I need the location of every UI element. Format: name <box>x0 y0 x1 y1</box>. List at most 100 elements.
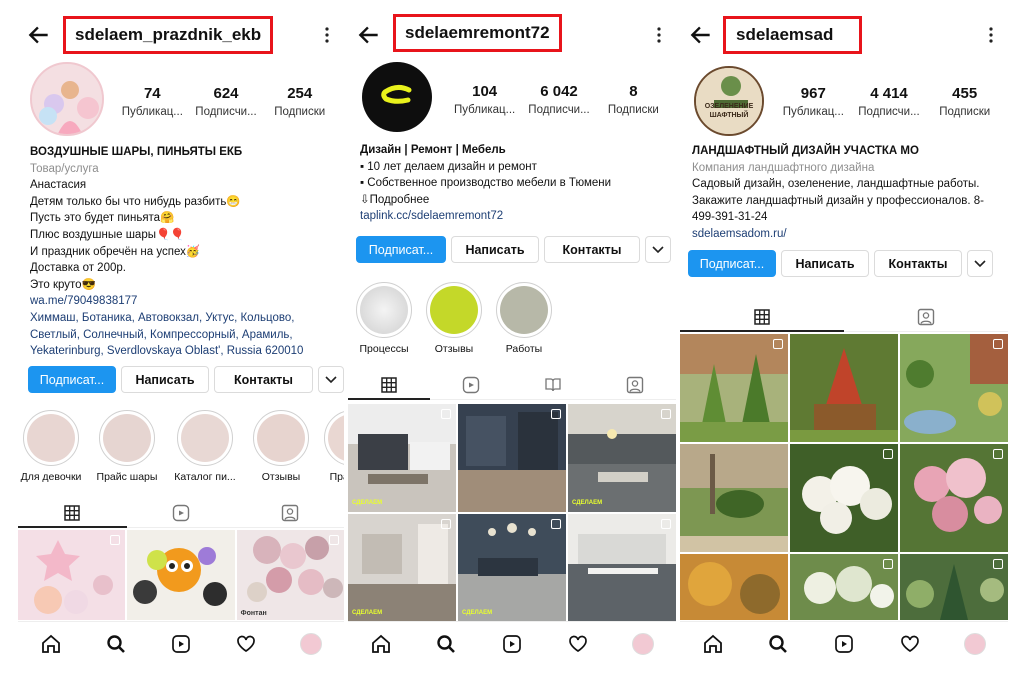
post-image <box>790 444 898 552</box>
followers-count: 6 042 <box>540 83 578 100</box>
post-thumbnail[interactable] <box>900 554 1008 620</box>
post-thumbnail[interactable] <box>900 334 1008 442</box>
highlight-item[interactable]: Отзывы <box>252 410 310 483</box>
back-arrow-icon[interactable] <box>356 22 382 48</box>
tab-guides[interactable] <box>512 370 594 399</box>
following-stat[interactable]: 254 Подписки <box>263 84 336 120</box>
contacts-button[interactable]: Контакты <box>544 236 640 263</box>
suggested-chevron-button[interactable] <box>318 366 344 393</box>
profile-avatar-icon <box>300 632 323 655</box>
back-arrow-icon[interactable] <box>688 22 714 48</box>
post-thumbnail[interactable]: СДЕЛАЕМ <box>348 404 456 512</box>
suggested-chevron-button[interactable] <box>645 236 671 263</box>
more-options-icon[interactable] <box>324 26 330 44</box>
post-thumbnail[interactable] <box>18 530 126 620</box>
post-thumbnail[interactable]: Фонтан <box>236 530 344 620</box>
message-button[interactable]: Написать <box>451 236 539 263</box>
post-thumbnail[interactable] <box>900 444 1008 552</box>
reels-icon <box>503 634 521 653</box>
highlight-item[interactable]: Процессы <box>354 282 414 355</box>
back-arrow-icon[interactable] <box>26 22 52 48</box>
followers-stat[interactable]: 624 Подписчи... <box>190 84 263 120</box>
profile-nav[interactable] <box>963 632 987 656</box>
tab-posts-grid[interactable] <box>680 302 844 332</box>
more-options-icon[interactable] <box>656 26 662 44</box>
post-thumbnail[interactable] <box>680 444 788 552</box>
highlight-item[interactable]: Отзывы <box>424 282 484 355</box>
reels-nav[interactable] <box>832 632 856 656</box>
post-thumbnail[interactable] <box>790 334 898 442</box>
post-thumbnail[interactable] <box>127 530 235 620</box>
follow-button[interactable]: Подписат... <box>28 366 116 393</box>
avatar[interactable]: ОЗЕЛЕНЕНИЕ ШАФТНЫЙ <box>694 66 764 136</box>
post-image <box>790 334 898 442</box>
followers-stat[interactable]: 4 414 Подписчи... <box>852 84 927 120</box>
bio-link[interactable]: wa.me/79049838177 <box>30 293 334 310</box>
post-thumbnail[interactable]: СДЕЛАЕМ <box>458 514 566 622</box>
avatar[interactable] <box>30 62 104 136</box>
bio-link[interactable]: sdelaemsadom.ru/ <box>692 226 998 243</box>
tab-posts-grid[interactable] <box>348 370 430 400</box>
post-thumbnail[interactable] <box>680 554 788 620</box>
tab-tagged[interactable] <box>235 498 344 527</box>
post-thumbnail[interactable] <box>790 554 898 620</box>
highlight-item[interactable]: Каталог пи... <box>172 410 238 483</box>
post-thumbnail[interactable] <box>458 404 566 512</box>
home-nav[interactable] <box>701 632 725 656</box>
followers-stat[interactable]: 6 042 Подписчи... <box>522 82 595 118</box>
profile-tabs <box>680 302 1008 332</box>
bottom-navigation <box>348 621 676 665</box>
home-nav[interactable] <box>369 632 393 656</box>
highlight-item[interactable]: Прайс пи <box>324 410 344 483</box>
posts-label: Публикац... <box>454 104 516 116</box>
bio-more[interactable]: ⇩Подробнее <box>360 192 666 209</box>
post-thumbnail[interactable]: СДЕЛАЕМ <box>568 404 676 512</box>
posts-stat[interactable]: 104 Публикац... <box>448 82 521 118</box>
search-nav[interactable] <box>766 632 790 656</box>
contacts-button[interactable]: Контакты <box>214 366 313 393</box>
posts-grid: Фонтан <box>18 530 344 620</box>
search-nav[interactable] <box>104 632 128 656</box>
highlight-item[interactable]: Для девочки <box>20 410 82 483</box>
follow-button[interactable]: Подписат... <box>356 236 446 263</box>
highlight-item[interactable]: Прайс шары <box>96 410 158 483</box>
following-stat[interactable]: 455 Подписки <box>927 84 1002 120</box>
suggested-chevron-button[interactable] <box>967 250 993 277</box>
activity-nav[interactable] <box>234 632 258 656</box>
reels-nav[interactable] <box>169 632 193 656</box>
profile-nav[interactable] <box>631 632 655 656</box>
following-stat[interactable]: 8 Подписки <box>597 82 670 118</box>
post-caption: Фонтан <box>240 610 267 617</box>
post-thumbnail[interactable] <box>568 514 676 622</box>
follow-button[interactable]: Подписат... <box>688 250 776 277</box>
tab-tagged[interactable] <box>594 370 676 399</box>
search-nav[interactable] <box>434 632 458 656</box>
story-highlights: Для девочки Прайс шары Каталог пи... Отз… <box>20 410 344 483</box>
post-thumbnail[interactable] <box>790 444 898 552</box>
tab-posts-grid[interactable] <box>18 498 127 528</box>
posts-stat[interactable]: 967 Публикац... <box>776 84 851 120</box>
home-nav[interactable] <box>39 632 63 656</box>
post-thumbnail[interactable] <box>680 334 788 442</box>
more-options-icon[interactable] <box>988 26 994 44</box>
highlight-label: Процессы <box>359 343 409 355</box>
posts-stat[interactable]: 74 Публикац... <box>116 84 189 120</box>
reels-nav[interactable] <box>500 632 524 656</box>
tab-reels[interactable] <box>127 498 236 527</box>
bio-line: Пусть это будет пиньята🤗 <box>30 212 175 225</box>
tab-tagged[interactable] <box>844 302 1008 331</box>
contacts-button[interactable]: Контакты <box>874 250 962 277</box>
post-thumbnail[interactable]: СДЕЛАЕМ <box>348 514 456 622</box>
avatar[interactable] <box>362 62 432 132</box>
profile-nav[interactable] <box>299 632 323 656</box>
bio-link[interactable]: taplink.cc/sdelaemremont72 <box>360 208 666 225</box>
profile-screen-1: sdelaem_prazdnik_ekb 74 Публикац... 624 По… <box>18 0 344 665</box>
highlight-item[interactable]: Работы <box>494 282 554 355</box>
message-button[interactable]: Написать <box>121 366 209 393</box>
profile-stats: 74 Публикац... 624 Подписчи... 254 Подписки <box>116 84 336 120</box>
activity-nav[interactable] <box>566 632 590 656</box>
tab-reels[interactable] <box>430 370 512 399</box>
bio-address[interactable]: Химмаш, Ботаника, Автовокзал, Уктус, Кол… <box>30 310 334 360</box>
message-button[interactable]: Написать <box>781 250 869 277</box>
activity-nav[interactable] <box>898 632 922 656</box>
